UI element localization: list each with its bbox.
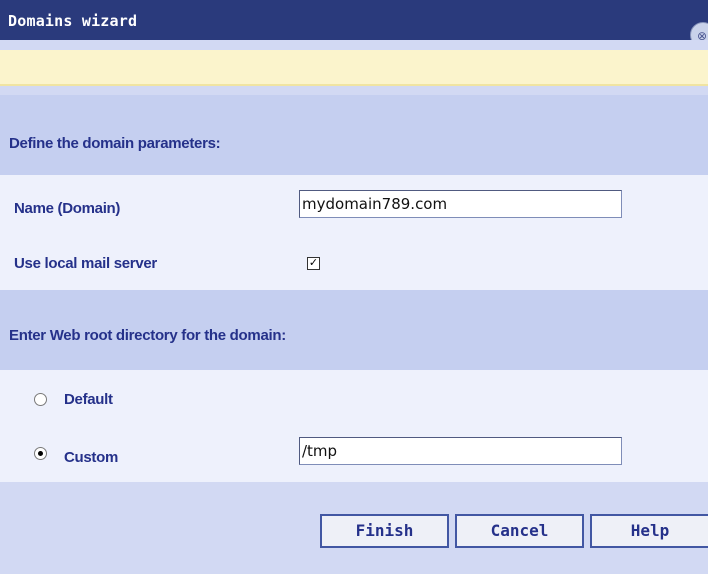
custom-path-input[interactable]: [299, 437, 622, 465]
section-heading-domain: Define the domain parameters:: [9, 135, 221, 152]
domain-parameters-section: Name (Domain) Use local mail server ✓: [0, 175, 708, 290]
use-local-mail-checkbox[interactable]: ✓: [307, 257, 320, 270]
section-heading-webroot: Enter Web root directory for the domain:: [9, 327, 286, 344]
section-header-domain: Define the domain parameters:: [0, 95, 708, 175]
divider: [0, 84, 708, 86]
wizard-window: Define the domain parameters: Name (Doma…: [0, 40, 708, 574]
default-label: Default: [64, 391, 113, 408]
cancel-button[interactable]: Cancel: [455, 514, 584, 548]
finish-button[interactable]: Finish: [320, 514, 449, 548]
help-button[interactable]: Help: [590, 514, 708, 548]
default-radio[interactable]: [34, 393, 47, 406]
domain-name-input[interactable]: [299, 190, 622, 218]
window-title: Domains wizard: [8, 12, 138, 30]
message-bar: [0, 50, 708, 84]
title-bar: Domains wizard ⊗: [0, 0, 708, 48]
custom-radio[interactable]: [34, 447, 47, 460]
webroot-section: Default Custom: [0, 370, 708, 482]
name-label: Name (Domain): [14, 200, 121, 217]
custom-label: Custom: [64, 449, 119, 466]
mail-server-label: Use local mail server: [14, 255, 157, 272]
section-header-webroot: Enter Web root directory for the domain:: [0, 290, 708, 370]
